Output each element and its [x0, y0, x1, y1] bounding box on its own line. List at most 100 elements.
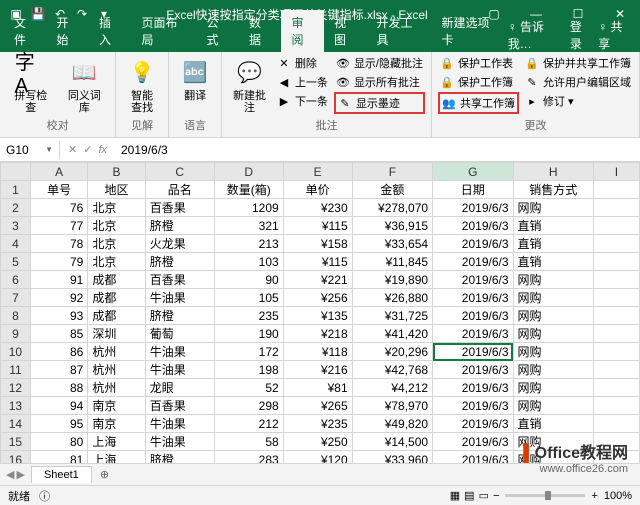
cell[interactable]: 2019/6/3: [433, 433, 513, 451]
cell[interactable]: 深圳: [88, 325, 145, 343]
cell[interactable]: 牛油果: [145, 289, 214, 307]
cell[interactable]: 2019/6/3: [433, 325, 513, 343]
cell[interactable]: 百香果: [145, 271, 214, 289]
tab-插入[interactable]: 插入: [89, 10, 132, 52]
ribbon-btn-显示/隐藏批注[interactable]: 👁显示/隐藏批注: [334, 54, 425, 72]
header-cell[interactable]: 品名: [145, 181, 214, 199]
col-header-B[interactable]: B: [88, 163, 145, 181]
cell[interactable]: [593, 343, 639, 361]
cell[interactable]: 235: [214, 307, 283, 325]
cell[interactable]: 2019/6/3: [433, 253, 513, 271]
cell[interactable]: 北京: [88, 235, 145, 253]
cell[interactable]: 76: [30, 199, 87, 217]
ribbon-btn-保护并共享工作簿[interactable]: 🔒保护并共享工作簿: [523, 54, 633, 72]
cell[interactable]: ¥118: [283, 343, 352, 361]
sheet-tab[interactable]: Sheet1: [31, 466, 92, 483]
col-header-C[interactable]: C: [145, 163, 214, 181]
select-all-corner[interactable]: [1, 163, 31, 181]
cell[interactable]: ¥81: [283, 379, 352, 397]
ribbon-btn-智能查找[interactable]: 💡智能查找: [122, 54, 162, 116]
cell[interactable]: [593, 235, 639, 253]
ribbon-btn-下一条[interactable]: ▶下一条: [275, 92, 330, 110]
ribbon-btn-修订 ▾[interactable]: ▸修订 ▾: [523, 92, 633, 110]
cell[interactable]: 212: [214, 415, 283, 433]
row-header-9[interactable]: 9: [1, 325, 31, 343]
ribbon-btn-删除[interactable]: ✕删除: [275, 54, 330, 72]
cell[interactable]: 杭州: [88, 361, 145, 379]
cell[interactable]: 87: [30, 361, 87, 379]
cell[interactable]: ¥115: [283, 253, 352, 271]
tab-开始[interactable]: 开始: [47, 10, 90, 52]
cell[interactable]: ¥250: [283, 433, 352, 451]
cell[interactable]: 北京: [88, 199, 145, 217]
cell[interactable]: 85: [30, 325, 87, 343]
cell[interactable]: 94: [30, 397, 87, 415]
cell[interactable]: ¥11,845: [352, 253, 432, 271]
cell[interactable]: 93: [30, 307, 87, 325]
zoom-slider[interactable]: [505, 494, 585, 497]
col-header-E[interactable]: E: [283, 163, 352, 181]
cell[interactable]: [593, 199, 639, 217]
row-header-14[interactable]: 14: [1, 415, 31, 433]
cell[interactable]: [593, 415, 639, 433]
add-sheet-icon[interactable]: ⊕: [92, 468, 117, 481]
cell[interactable]: [593, 289, 639, 307]
cell[interactable]: 上海: [88, 433, 145, 451]
name-box[interactable]: G10 ▼: [0, 141, 60, 159]
col-header-F[interactable]: F: [352, 163, 432, 181]
row-header-1[interactable]: 1: [1, 181, 31, 199]
col-header-G[interactable]: G: [433, 163, 513, 181]
cell[interactable]: 成都: [88, 271, 145, 289]
header-cell[interactable]: [593, 181, 639, 199]
cell[interactable]: ¥230: [283, 199, 352, 217]
cell[interactable]: 网购: [513, 199, 593, 217]
cell[interactable]: 脐橙: [145, 217, 214, 235]
cell[interactable]: 杭州: [88, 379, 145, 397]
header-cell[interactable]: 单号: [30, 181, 87, 199]
cell[interactable]: ¥235: [283, 415, 352, 433]
cell[interactable]: 直销: [513, 217, 593, 235]
cell[interactable]: 2019/6/3: [433, 235, 513, 253]
cell[interactable]: 79: [30, 253, 87, 271]
cell[interactable]: ¥218: [283, 325, 352, 343]
cell[interactable]: 脐橙: [145, 307, 214, 325]
cell[interactable]: ¥26,880: [352, 289, 432, 307]
name-box-dropdown-icon[interactable]: ▼: [45, 145, 53, 154]
col-header-I[interactable]: I: [593, 163, 639, 181]
cell[interactable]: 77: [30, 217, 87, 235]
cell[interactable]: 龙眼: [145, 379, 214, 397]
cell[interactable]: 321: [214, 217, 283, 235]
row-header-13[interactable]: 13: [1, 397, 31, 415]
ribbon-btn-显示所有批注[interactable]: 👁显示所有批注: [334, 73, 425, 91]
cell[interactable]: ¥221: [283, 271, 352, 289]
cell[interactable]: 牛油果: [145, 415, 214, 433]
cell[interactable]: 2019/6/3: [433, 343, 513, 361]
col-header-D[interactable]: D: [214, 163, 283, 181]
cell[interactable]: 杭州: [88, 343, 145, 361]
tab-页面布局[interactable]: 页面布局: [132, 10, 197, 52]
formula-input[interactable]: 2019/6/3: [115, 141, 640, 159]
row-header-11[interactable]: 11: [1, 361, 31, 379]
cell[interactable]: ¥31,725: [352, 307, 432, 325]
cell[interactable]: 网购: [513, 397, 593, 415]
cell[interactable]: [593, 397, 639, 415]
cell[interactable]: 网购: [513, 343, 593, 361]
cell[interactable]: [593, 217, 639, 235]
zoom-in-icon[interactable]: +: [591, 490, 597, 502]
cell[interactable]: 2019/6/3: [433, 199, 513, 217]
cell[interactable]: [593, 325, 639, 343]
zoom-controls[interactable]: − + 100%: [493, 490, 632, 502]
tab-新建选项卡[interactable]: 新建选项卡: [431, 10, 507, 52]
cell[interactable]: 牛油果: [145, 433, 214, 451]
cell[interactable]: 1209: [214, 199, 283, 217]
cell[interactable]: ¥135: [283, 307, 352, 325]
cell[interactable]: ¥158: [283, 235, 352, 253]
cell[interactable]: 牛油果: [145, 343, 214, 361]
cell[interactable]: 52: [214, 379, 283, 397]
cell[interactable]: 牛油果: [145, 361, 214, 379]
cell[interactable]: 直销: [513, 235, 593, 253]
cell[interactable]: [593, 271, 639, 289]
ribbon-btn-保护工作表[interactable]: 🔒保护工作表: [438, 54, 519, 72]
cell[interactable]: 成都: [88, 307, 145, 325]
zoom-value[interactable]: 100%: [604, 490, 632, 502]
